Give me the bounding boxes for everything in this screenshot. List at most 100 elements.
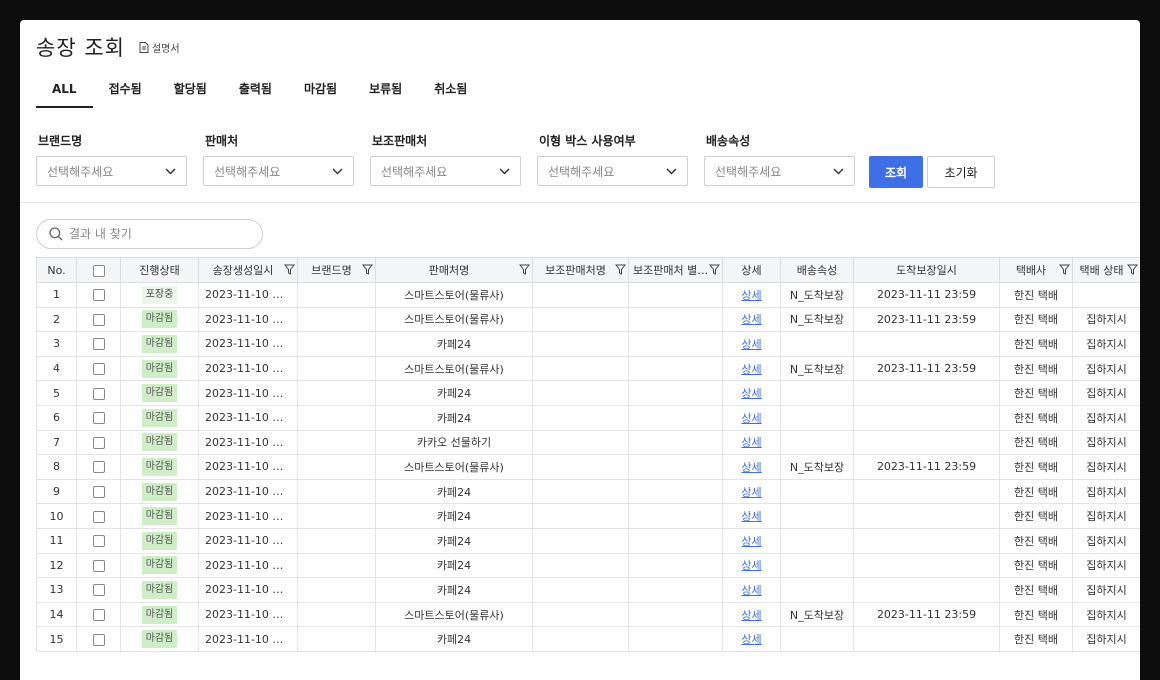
filter-icon[interactable] xyxy=(1127,264,1138,275)
tab-on-hold[interactable]: 보류됨 xyxy=(353,80,418,108)
status-badge: 마감됨 xyxy=(141,384,178,403)
tab-assigned[interactable]: 할당됨 xyxy=(158,80,223,108)
filter-sub-seller: 보조판매처 선택해주세요 xyxy=(370,132,521,186)
odd-box-select[interactable]: 선택해주세요 xyxy=(537,156,688,186)
cell-guarantee: 2023-11-11 23:59 xyxy=(853,282,1000,308)
row-checkbox[interactable] xyxy=(92,486,105,499)
table-row[interactable]: 11 마감됨 2023-11-10 … 카페24 상세 한진 택배 집하지시 xyxy=(36,527,1140,554)
manual-link[interactable]: 설명서 xyxy=(139,40,180,55)
col-created[interactable]: 송장생성일시 xyxy=(198,257,298,283)
status-badge: 마감됨 xyxy=(141,334,178,353)
table-row[interactable]: 9 마감됨 2023-11-10 … 카페24 상세 한진 택배 집하지시 xyxy=(36,478,1140,505)
cell-seller: 카페24 xyxy=(375,380,533,406)
filter-icon[interactable] xyxy=(615,264,626,275)
detail-link[interactable]: 상세 xyxy=(741,436,761,449)
table-row[interactable]: 5 마감됨 2023-11-10 … 카페24 상세 한진 택배 집하지시 xyxy=(36,380,1140,406)
filter-icon[interactable] xyxy=(1059,264,1070,275)
row-checkbox[interactable] xyxy=(92,313,105,326)
detail-link[interactable]: 상세 xyxy=(741,289,761,302)
detail-link[interactable]: 상세 xyxy=(741,338,761,351)
detail-link[interactable]: 상세 xyxy=(741,486,761,499)
cell-guarantee xyxy=(853,577,1000,603)
table-row[interactable]: 2 마감됨 2023-11-10 … 스마트스토어(물류사) 상세 N_도착보장 2023-… xyxy=(36,306,1140,333)
row-checkbox[interactable] xyxy=(92,412,105,425)
tab-closed[interactable]: 마감됨 xyxy=(288,80,353,108)
detail-link[interactable]: 상세 xyxy=(741,510,761,523)
detail-link[interactable]: 상세 xyxy=(741,461,761,474)
tab-cancelled[interactable]: 취소됨 xyxy=(418,80,483,108)
detail-link[interactable]: 상세 xyxy=(741,535,761,548)
row-checkbox[interactable] xyxy=(92,633,105,646)
table-row[interactable]: 15 마감됨 2023-11-10 … 카페24 상세 한진 택배 집하지시 xyxy=(36,626,1140,652)
row-checkbox[interactable] xyxy=(92,461,105,474)
detail-link[interactable]: 상세 xyxy=(741,559,761,572)
detail-link[interactable]: 상세 xyxy=(741,633,761,646)
row-checkbox[interactable] xyxy=(92,436,105,449)
table-header: No. 진행상태 송장생성일시 브랜드명 판매처명 보조판매처명 보조판매처 별… xyxy=(36,257,1140,283)
cell-seller: 카페24 xyxy=(375,577,533,603)
table-row[interactable]: 6 마감됨 2023-11-10 … 카페24 상세 한진 택배 집하지시 xyxy=(36,404,1140,431)
status-tabs: ALL 접수됨 할당됨 출력됨 마감됨 보류됨 취소됨 xyxy=(36,80,483,108)
detail-link[interactable]: 상세 xyxy=(741,313,761,326)
row-checkbox[interactable] xyxy=(92,338,105,351)
col-courier[interactable]: 택배사 xyxy=(999,257,1073,283)
table-row[interactable]: 12 마감됨 2023-11-10 … 카페24 상세 한진 택배 집하지시 xyxy=(36,552,1140,579)
col-seller[interactable]: 판매처명 xyxy=(375,257,533,283)
row-checkbox[interactable] xyxy=(92,559,105,572)
table-row[interactable]: 14 마감됨 2023-11-10 … 스마트스토어(물류사) 상세 N_도착보장 2023… xyxy=(36,601,1140,628)
table-row[interactable]: 3 마감됨 2023-11-10 … 카페24 상세 한진 택배 집하지시 xyxy=(36,331,1140,357)
col-detail: 상세 xyxy=(722,257,781,283)
select-placeholder: 선택해주세요 xyxy=(381,164,448,179)
cell-sub-seller xyxy=(532,331,629,357)
col-sub-seller-alias[interactable]: 보조판매처 별… xyxy=(628,257,723,283)
table-row[interactable]: 4 마감됨 2023-11-10 … 스마트스토어(물류사) 상세 N_도착보장 2023-… xyxy=(36,355,1140,382)
row-checkbox[interactable] xyxy=(92,584,105,597)
cell-created: 2023-11-10 … xyxy=(198,282,298,308)
sub-seller-select[interactable]: 선택해주세요 xyxy=(370,156,521,186)
filter-icon[interactable] xyxy=(519,264,530,275)
reset-button[interactable]: 초기화 xyxy=(927,156,995,188)
row-checkbox[interactable] xyxy=(92,510,105,523)
col-courier-status[interactable]: 택배 상태 xyxy=(1072,257,1140,283)
filter-icon[interactable] xyxy=(362,264,373,275)
row-checkbox[interactable] xyxy=(92,535,105,548)
select-all-checkbox[interactable] xyxy=(92,264,105,277)
cell-sub-seller-alias xyxy=(628,527,723,554)
detail-link[interactable]: 상세 xyxy=(741,412,761,425)
cell-sub-seller-alias xyxy=(628,282,723,308)
row-checkbox[interactable] xyxy=(92,387,105,400)
cell-detail: 상세 xyxy=(722,355,781,382)
brand-select[interactable]: 선택해주세요 xyxy=(36,156,187,186)
table-row[interactable]: 10 마감됨 2023-11-10 … 카페24 상세 한진 택배 집하지시 xyxy=(36,503,1140,529)
table-row[interactable]: 1 포장중 2023-11-10 … 스마트스토어(물류사) 상세 N_도착보장 2023-… xyxy=(36,282,1140,308)
row-checkbox[interactable] xyxy=(92,289,105,302)
detail-link[interactable]: 상세 xyxy=(741,387,761,400)
table-row[interactable]: 8 마감됨 2023-11-10 … 스마트스토어(물류사) 상세 N_도착보장 2023-… xyxy=(36,454,1140,480)
detail-link[interactable]: 상세 xyxy=(741,584,761,597)
cell-checkbox xyxy=(76,503,121,529)
filter-icon[interactable] xyxy=(709,264,720,275)
search-button[interactable]: 조회 xyxy=(869,156,923,188)
cell-courier-status: 집하지시 xyxy=(1072,527,1140,554)
col-sub-seller[interactable]: 보조판매처명 xyxy=(532,257,629,283)
detail-link[interactable]: 상세 xyxy=(741,363,761,376)
search-input[interactable] xyxy=(69,227,249,241)
row-checkbox[interactable] xyxy=(92,363,105,376)
cell-status: 마감됨 xyxy=(120,331,199,357)
seller-select[interactable]: 선택해주세요 xyxy=(203,156,354,186)
tab-all[interactable]: ALL xyxy=(36,80,93,108)
table-row[interactable]: 13 마감됨 2023-11-10 … 카페24 상세 한진 택배 집하지시 xyxy=(36,577,1140,603)
filter-icon[interactable] xyxy=(284,264,295,275)
tab-printed[interactable]: 출력됨 xyxy=(223,80,288,108)
result-search[interactable] xyxy=(36,219,263,249)
status-badge: 마감됨 xyxy=(141,507,178,526)
tab-received[interactable]: 접수됨 xyxy=(93,80,158,108)
detail-link[interactable]: 상세 xyxy=(741,609,761,622)
cell-courier-status: 집하지시 xyxy=(1072,478,1140,505)
cell-sub-seller xyxy=(532,380,629,406)
delivery-attr-select[interactable]: 선택해주세요 xyxy=(704,156,855,186)
row-checkbox[interactable] xyxy=(92,609,105,622)
col-brand[interactable]: 브랜드명 xyxy=(297,257,376,283)
table-row[interactable]: 7 마감됨 2023-11-10 … 카카오 선물하기 상세 한진 택배 집하지시 xyxy=(36,429,1140,456)
cell-sub-seller-alias xyxy=(628,577,723,603)
